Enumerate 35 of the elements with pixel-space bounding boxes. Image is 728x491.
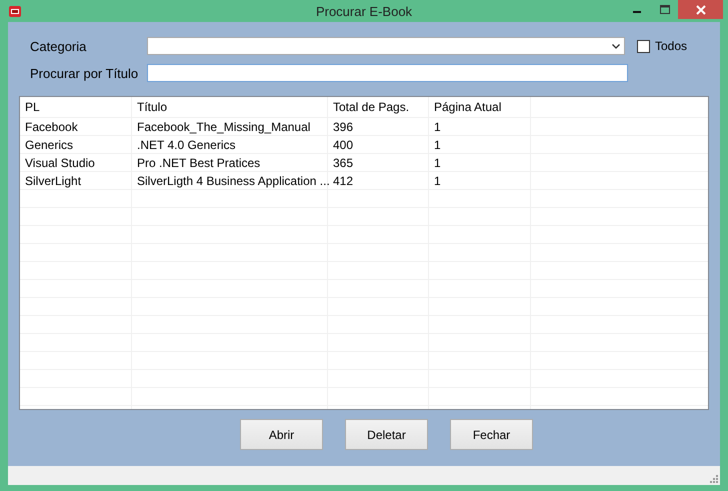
resize-grip-icon: [710, 475, 718, 483]
column-header[interactable]: Total de Pags.: [328, 97, 429, 118]
table-cell: 1: [429, 154, 531, 172]
column-header[interactable]: Título: [132, 97, 328, 118]
table-cell: 1: [429, 136, 531, 154]
table-cell: Pro .NET Best Pratices: [132, 154, 328, 172]
checkbox[interactable]: [637, 40, 650, 53]
close-button[interactable]: [678, 0, 723, 19]
maximize-icon: [660, 5, 670, 14]
checkbox-label: Todos: [655, 39, 688, 54]
title-search-field[interactable]: [147, 64, 628, 82]
field-label: Procurar por Título: [30, 66, 140, 81]
chevron-down-icon: [612, 44, 620, 49]
table-cell: 400: [328, 136, 429, 154]
close-icon: [696, 4, 706, 14]
action-button[interactable]: Abrir: [240, 419, 323, 450]
table-cell: Generics: [20, 136, 132, 154]
table-cell: Facebook_The_Missing_Manual: [132, 118, 328, 136]
table-cell: 1: [429, 172, 531, 190]
window-title: Procurar E-Book: [314, 4, 414, 19]
table-cell: 1: [429, 118, 531, 136]
column-header[interactable]: PL: [20, 97, 132, 118]
app-icon: [8, 4, 22, 18]
action-button[interactable]: Fechar: [450, 419, 533, 450]
table-cell: 412: [328, 172, 429, 190]
action-button[interactable]: Deletar: [345, 419, 428, 450]
table-cell: Visual Studio: [20, 154, 132, 172]
table-cell: SilverLigth 4 Business Application ...: [132, 172, 328, 190]
table-cell: SilverLight: [20, 172, 132, 190]
column-header[interactable]: Página Atual: [429, 97, 531, 118]
table-cell: 365: [328, 154, 429, 172]
field-label: Categoria: [30, 38, 88, 54]
table-cell: 396: [328, 118, 429, 136]
table-cell: Facebook: [20, 118, 132, 136]
table-cell: .NET 4.0 Generics: [132, 136, 328, 154]
